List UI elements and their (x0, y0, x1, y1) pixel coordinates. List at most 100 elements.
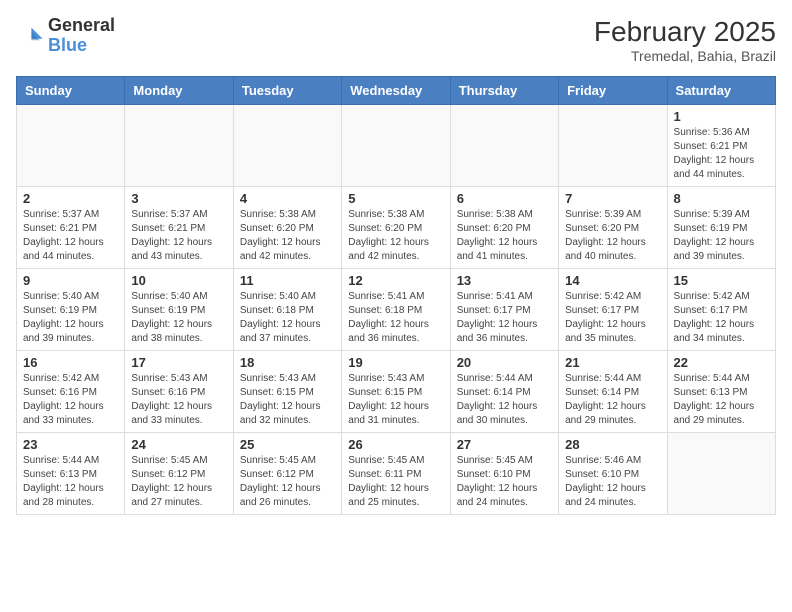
col-header-friday: Friday (559, 77, 667, 105)
day-info: Sunrise: 5:41 AM Sunset: 6:17 PM Dayligh… (457, 290, 552, 346)
day-info: Sunrise: 5:42 AM Sunset: 6:17 PM Dayligh… (674, 290, 769, 346)
calendar-week-row: 1 Sunrise: 5:36 AM Sunset: 6:21 PM Daylig… (17, 105, 776, 187)
day-number: 16 (23, 355, 118, 370)
day-number: 4 (240, 191, 335, 206)
calendar-cell: 3 Sunrise: 5:37 AM Sunset: 6:21 PM Daylig… (125, 187, 233, 269)
day-number: 18 (240, 355, 335, 370)
calendar-cell: 15 Sunrise: 5:42 AM Sunset: 6:17 PM Dayli… (667, 269, 775, 351)
calendar-week-row: 16 Sunrise: 5:42 AM Sunset: 6:16 PM Dayli… (17, 351, 776, 433)
col-header-tuesday: Tuesday (233, 77, 341, 105)
day-number: 8 (674, 191, 769, 206)
day-number: 5 (348, 191, 443, 206)
month-year: February 2025 (594, 16, 776, 48)
calendar-cell: 23 Sunrise: 5:44 AM Sunset: 6:13 PM Dayli… (17, 433, 125, 515)
day-number: 23 (23, 437, 118, 452)
day-info: Sunrise: 5:44 AM Sunset: 6:13 PM Dayligh… (674, 372, 769, 428)
calendar-cell: 16 Sunrise: 5:42 AM Sunset: 6:16 PM Dayli… (17, 351, 125, 433)
calendar-table: SundayMondayTuesdayWednesdayThursdayFrid… (16, 76, 776, 515)
day-info: Sunrise: 5:44 AM Sunset: 6:14 PM Dayligh… (565, 372, 660, 428)
calendar-cell: 28 Sunrise: 5:46 AM Sunset: 6:10 PM Dayli… (559, 433, 667, 515)
day-number: 21 (565, 355, 660, 370)
col-header-wednesday: Wednesday (342, 77, 450, 105)
calendar-cell: 20Sunrise: 5:44 AM Sunset: 6:14 PM Dayli… (450, 351, 558, 433)
day-number: 1 (674, 109, 769, 124)
day-info: Sunrise: 5:40 AM Sunset: 6:19 PM Dayligh… (23, 290, 118, 346)
calendar-cell: 22 Sunrise: 5:44 AM Sunset: 6:13 PM Dayli… (667, 351, 775, 433)
day-info: Sunrise: 5:43 AM Sunset: 6:16 PM Dayligh… (131, 372, 226, 428)
calendar-cell: 24 Sunrise: 5:45 AM Sunset: 6:12 PM Dayli… (125, 433, 233, 515)
calendar-cell: 11 Sunrise: 5:40 AM Sunset: 6:18 PM Dayli… (233, 269, 341, 351)
day-info: Sunrise: 5:37 AM Sunset: 6:21 PM Dayligh… (23, 208, 118, 264)
calendar-header-row: SundayMondayTuesdayWednesdayThursdayFrid… (17, 77, 776, 105)
day-number: 13 (457, 273, 552, 288)
day-info: Sunrise: 5:40 AM Sunset: 6:18 PM Dayligh… (240, 290, 335, 346)
calendar-cell: 5 Sunrise: 5:38 AM Sunset: 6:20 PM Daylig… (342, 187, 450, 269)
col-header-sunday: Sunday (17, 77, 125, 105)
day-info: Sunrise: 5:46 AM Sunset: 6:10 PM Dayligh… (565, 454, 660, 510)
day-info: Sunrise: 5:43 AM Sunset: 6:15 PM Dayligh… (348, 372, 443, 428)
day-info: Sunrise: 5:45 AM Sunset: 6:12 PM Dayligh… (240, 454, 335, 510)
calendar-cell (17, 105, 125, 187)
day-number: 15 (674, 273, 769, 288)
calendar-cell: 21 Sunrise: 5:44 AM Sunset: 6:14 PM Dayli… (559, 351, 667, 433)
col-header-thursday: Thursday (450, 77, 558, 105)
calendar-cell (233, 105, 341, 187)
day-number: 11 (240, 273, 335, 288)
location: Tremedal, Bahia, Brazil (594, 48, 776, 64)
day-info: Sunrise: 5:42 AM Sunset: 6:17 PM Dayligh… (565, 290, 660, 346)
title-block: February 2025 Tremedal, Bahia, Brazil (594, 16, 776, 64)
day-info: Sunrise: 5:39 AM Sunset: 6:19 PM Dayligh… (674, 208, 769, 264)
calendar-cell (667, 433, 775, 515)
day-info: Sunrise: 5:36 AM Sunset: 6:21 PM Dayligh… (674, 126, 769, 182)
calendar-week-row: 23 Sunrise: 5:44 AM Sunset: 6:13 PM Dayli… (17, 433, 776, 515)
day-number: 25 (240, 437, 335, 452)
day-number: 22 (674, 355, 769, 370)
day-info: Sunrise: 5:42 AM Sunset: 6:16 PM Dayligh… (23, 372, 118, 428)
calendar-cell: 13 Sunrise: 5:41 AM Sunset: 6:17 PM Dayli… (450, 269, 558, 351)
calendar-week-row: 9Sunrise: 5:40 AM Sunset: 6:19 PM Daylig… (17, 269, 776, 351)
day-number: 7 (565, 191, 660, 206)
calendar-cell: 6 Sunrise: 5:38 AM Sunset: 6:20 PM Daylig… (450, 187, 558, 269)
day-number: 6 (457, 191, 552, 206)
day-info: Sunrise: 5:37 AM Sunset: 6:21 PM Dayligh… (131, 208, 226, 264)
day-info: Sunrise: 5:43 AM Sunset: 6:15 PM Dayligh… (240, 372, 335, 428)
calendar-cell: 25 Sunrise: 5:45 AM Sunset: 6:12 PM Dayli… (233, 433, 341, 515)
calendar-cell: 2Sunrise: 5:37 AM Sunset: 6:21 PM Daylig… (17, 187, 125, 269)
day-info: Sunrise: 5:44 AM Sunset: 6:14 PM Dayligh… (457, 372, 552, 428)
day-number: 19 (348, 355, 443, 370)
day-number: 3 (131, 191, 226, 206)
col-header-monday: Monday (125, 77, 233, 105)
day-number: 28 (565, 437, 660, 452)
day-number: 14 (565, 273, 660, 288)
col-header-saturday: Saturday (667, 77, 775, 105)
calendar-week-row: 2Sunrise: 5:37 AM Sunset: 6:21 PM Daylig… (17, 187, 776, 269)
calendar-cell: 26 Sunrise: 5:45 AM Sunset: 6:11 PM Dayli… (342, 433, 450, 515)
logo: GeneralBlue (16, 16, 115, 56)
day-number: 26 (348, 437, 443, 452)
day-number: 17 (131, 355, 226, 370)
day-info: Sunrise: 5:38 AM Sunset: 6:20 PM Dayligh… (348, 208, 443, 264)
calendar-cell: 10 Sunrise: 5:40 AM Sunset: 6:19 PM Dayli… (125, 269, 233, 351)
day-info: Sunrise: 5:41 AM Sunset: 6:18 PM Dayligh… (348, 290, 443, 346)
day-number: 24 (131, 437, 226, 452)
calendar-cell: 12 Sunrise: 5:41 AM Sunset: 6:18 PM Dayli… (342, 269, 450, 351)
day-number: 10 (131, 273, 226, 288)
day-info: Sunrise: 5:40 AM Sunset: 6:19 PM Dayligh… (131, 290, 226, 346)
calendar-cell (559, 105, 667, 187)
day-number: 27 (457, 437, 552, 452)
day-number: 12 (348, 273, 443, 288)
page-header: GeneralBlue February 2025 Tremedal, Bahi… (16, 16, 776, 64)
day-info: Sunrise: 5:44 AM Sunset: 6:13 PM Dayligh… (23, 454, 118, 510)
day-info: Sunrise: 5:38 AM Sunset: 6:20 PM Dayligh… (240, 208, 335, 264)
calendar-cell: 4 Sunrise: 5:38 AM Sunset: 6:20 PM Daylig… (233, 187, 341, 269)
calendar-cell: 14 Sunrise: 5:42 AM Sunset: 6:17 PM Dayli… (559, 269, 667, 351)
day-info: Sunrise: 5:38 AM Sunset: 6:20 PM Dayligh… (457, 208, 552, 264)
calendar-cell: 9Sunrise: 5:40 AM Sunset: 6:19 PM Daylig… (17, 269, 125, 351)
calendar-cell (125, 105, 233, 187)
calendar-cell: 27Sunrise: 5:45 AM Sunset: 6:10 PM Dayli… (450, 433, 558, 515)
calendar-cell: 1 Sunrise: 5:36 AM Sunset: 6:21 PM Daylig… (667, 105, 775, 187)
calendar-cell (450, 105, 558, 187)
day-info: Sunrise: 5:45 AM Sunset: 6:12 PM Dayligh… (131, 454, 226, 510)
day-info: Sunrise: 5:45 AM Sunset: 6:11 PM Dayligh… (348, 454, 443, 510)
calendar-cell: 8 Sunrise: 5:39 AM Sunset: 6:19 PM Daylig… (667, 187, 775, 269)
